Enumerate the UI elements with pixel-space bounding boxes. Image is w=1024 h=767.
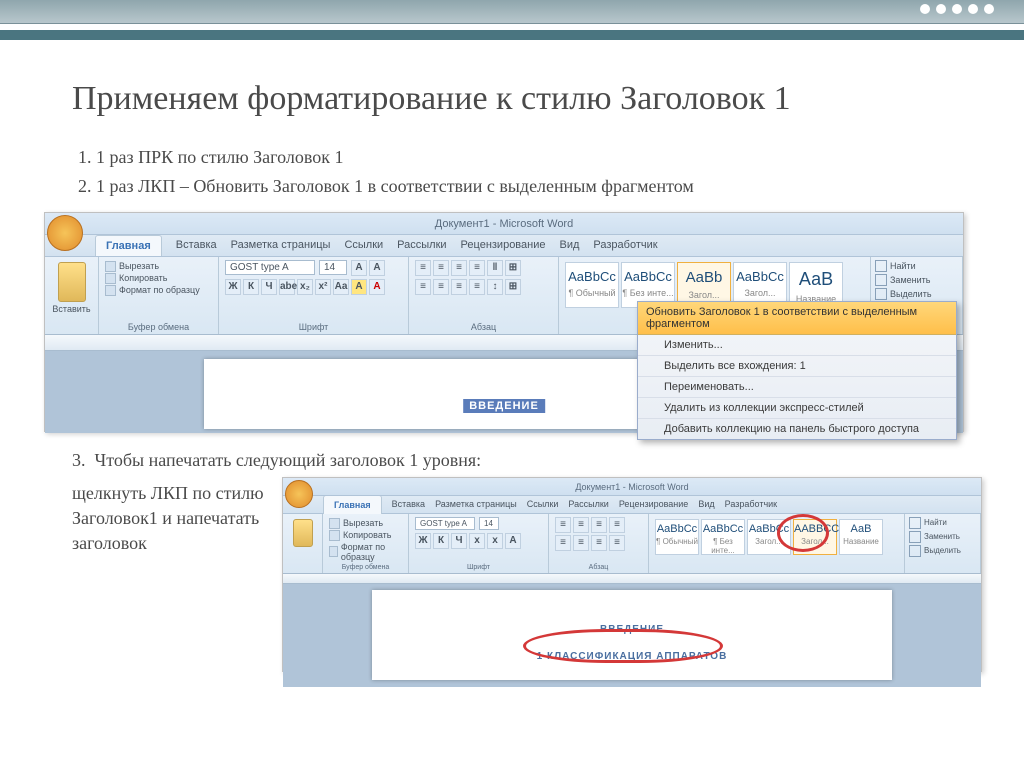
ribbon-tabs[interactable]: Главная Вставка Разметка страницы Ссылки…	[45, 235, 963, 257]
window-titlebar: Документ1 - Microsoft Word	[45, 213, 963, 235]
find-icon[interactable]	[875, 260, 887, 272]
context-item-remove[interactable]: Удалить из коллекции экспресс-стилей	[638, 398, 956, 419]
step-1: 1 раз ПРК по стилю Заголовок 1	[96, 145, 1024, 169]
tab-dev[interactable]: Разработчик	[593, 239, 657, 251]
step-2: 1 раз ЛКП – Обновить Заголовок 1 в соотв…	[96, 174, 1024, 198]
accent-bar	[0, 30, 1024, 40]
context-item-rename[interactable]: Переименовать...	[638, 377, 956, 398]
word-screenshot-1: Документ1 - Microsoft Word Главная Встав…	[44, 212, 964, 432]
style-heading1-selected[interactable]: AABBCCЗагол...	[793, 519, 837, 555]
window-titlebar: Документ1 - Microsoft Word	[283, 478, 981, 496]
context-item-qat[interactable]: Добавить коллекцию на панель быстрого до…	[638, 419, 956, 439]
tab-links[interactable]: Ссылки	[344, 239, 383, 251]
tab-insert[interactable]: Вставка	[176, 239, 217, 251]
copy-icon[interactable]	[105, 273, 116, 284]
paste-label[interactable]: Вставить	[51, 304, 92, 314]
cut-icon[interactable]	[105, 261, 116, 272]
font-label: Шрифт	[219, 322, 408, 332]
tab-view[interactable]: Вид	[560, 239, 580, 251]
replace-icon[interactable]	[875, 274, 887, 286]
format-painter-icon[interactable]	[105, 285, 116, 296]
context-item-modify[interactable]: Изменить...	[638, 335, 956, 356]
ribbon-tabs[interactable]: Главная Вставка Разметка страницы Ссылки…	[283, 496, 981, 514]
step-3-body: щелкнуть ЛКП по стилю Заголовок1 и напеч…	[72, 481, 272, 557]
font-size-select[interactable]: 14	[319, 260, 347, 275]
doc-heading-classification: 1 КЛАССИФИКАЦИЯ АППАРАТОВ	[372, 651, 892, 662]
office-button-icon[interactable]	[47, 215, 83, 251]
doc-heading-intro: ВВЕДЕНИЕ	[372, 590, 892, 635]
context-menu[interactable]: Обновить Заголовок 1 в соответствии с вы…	[637, 301, 957, 440]
tab-home[interactable]: Главная	[95, 235, 162, 256]
slide-content: 1 раз ПРК по стилю Заголовок 1 1 раз ЛКП…	[72, 145, 1024, 672]
document-area: ВВЕДЕНИЕ 1 КЛАССИФИКАЦИЯ АППАРАТОВ	[283, 574, 981, 687]
select-icon[interactable]	[875, 288, 887, 300]
clipboard-label: Буфер обмена	[99, 322, 218, 332]
word-screenshot-2: Документ1 - Microsoft Word Главная Встав…	[282, 477, 982, 672]
font-name-select[interactable]: GOST type A	[225, 260, 315, 275]
page[interactable]: ВВЕДЕНИЕ 1 КЛАССИФИКАЦИЯ АППАРАТОВ	[372, 590, 892, 680]
slide-topbar	[0, 0, 1024, 24]
tab-layout[interactable]: Разметка страницы	[231, 239, 331, 251]
context-item-update[interactable]: Обновить Заголовок 1 в соответствии с вы…	[638, 302, 956, 335]
paste-icon[interactable]	[293, 519, 313, 547]
paste-icon[interactable]	[58, 262, 86, 302]
slide-title: Применяем форматирование к стилю Заголов…	[72, 80, 1024, 117]
para-label: Абзац	[409, 322, 558, 332]
context-item-selectall[interactable]: Выделить все вхождения: 1	[638, 356, 956, 377]
office-button-icon[interactable]	[285, 480, 313, 508]
selected-heading[interactable]: ВВЕДЕНИЕ	[463, 399, 545, 413]
decor-bullets	[920, 4, 994, 14]
step-3-intro: 3. Чтобы напечатать следующий заголовок …	[72, 450, 1024, 471]
tab-review[interactable]: Рецензирование	[461, 239, 546, 251]
tab-mail[interactable]: Рассылки	[397, 239, 446, 251]
